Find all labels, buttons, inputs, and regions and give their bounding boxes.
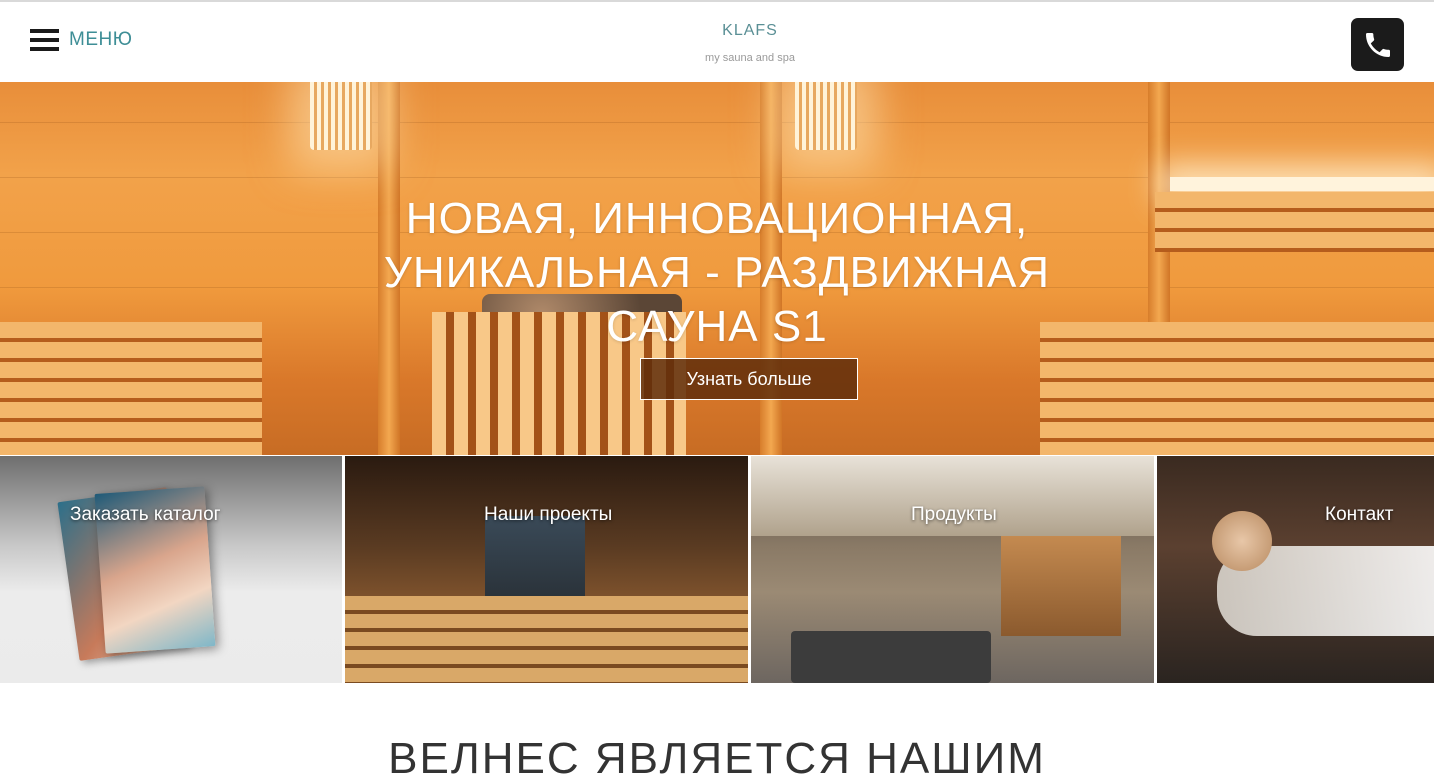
tile-contact[interactable]: Контакт (1157, 456, 1434, 683)
tile-products[interactable]: Продукты (751, 456, 1154, 683)
menu-button[interactable]: МЕНЮ (30, 24, 132, 56)
learn-more-button[interactable]: Узнать больше (640, 358, 858, 400)
wall-lamp (310, 82, 372, 150)
tile-order-catalog[interactable]: Заказать каталог (0, 456, 342, 683)
wall-lamp (795, 82, 857, 150)
brand-logo[interactable]: KLAFS my sauna and spa (650, 22, 850, 64)
tile-label: Наши проекты (484, 504, 613, 525)
brand-name: KLAFS (722, 22, 778, 39)
hero-title: НОВАЯ, ИННОВАЦИОННАЯ, УНИКАЛЬНАЯ - РАЗДВ… (383, 194, 1051, 351)
site-header: МЕНЮ KLAFS my sauna and spa (0, 2, 1434, 82)
hamburger-icon (30, 29, 59, 51)
tile-label: Заказать каталог (70, 504, 221, 525)
phone-button[interactable] (1351, 18, 1404, 71)
tile-label: Контакт (1325, 504, 1394, 525)
section-title: ВЕЛНЕС ЯВЛЯЕТСЯ НАШИМ (388, 734, 1046, 783)
tile-label: Продукты (911, 504, 997, 525)
tile-our-projects[interactable]: Наши проекты (345, 456, 748, 683)
phone-icon (1365, 32, 1390, 57)
menu-label: МЕНЮ (69, 29, 133, 50)
hero-banner: НОВАЯ, ИННОВАЦИОННАЯ, УНИКАЛЬНАЯ - РАЗДВ… (0, 82, 1434, 455)
brand-tagline: my sauna and spa (705, 52, 795, 64)
